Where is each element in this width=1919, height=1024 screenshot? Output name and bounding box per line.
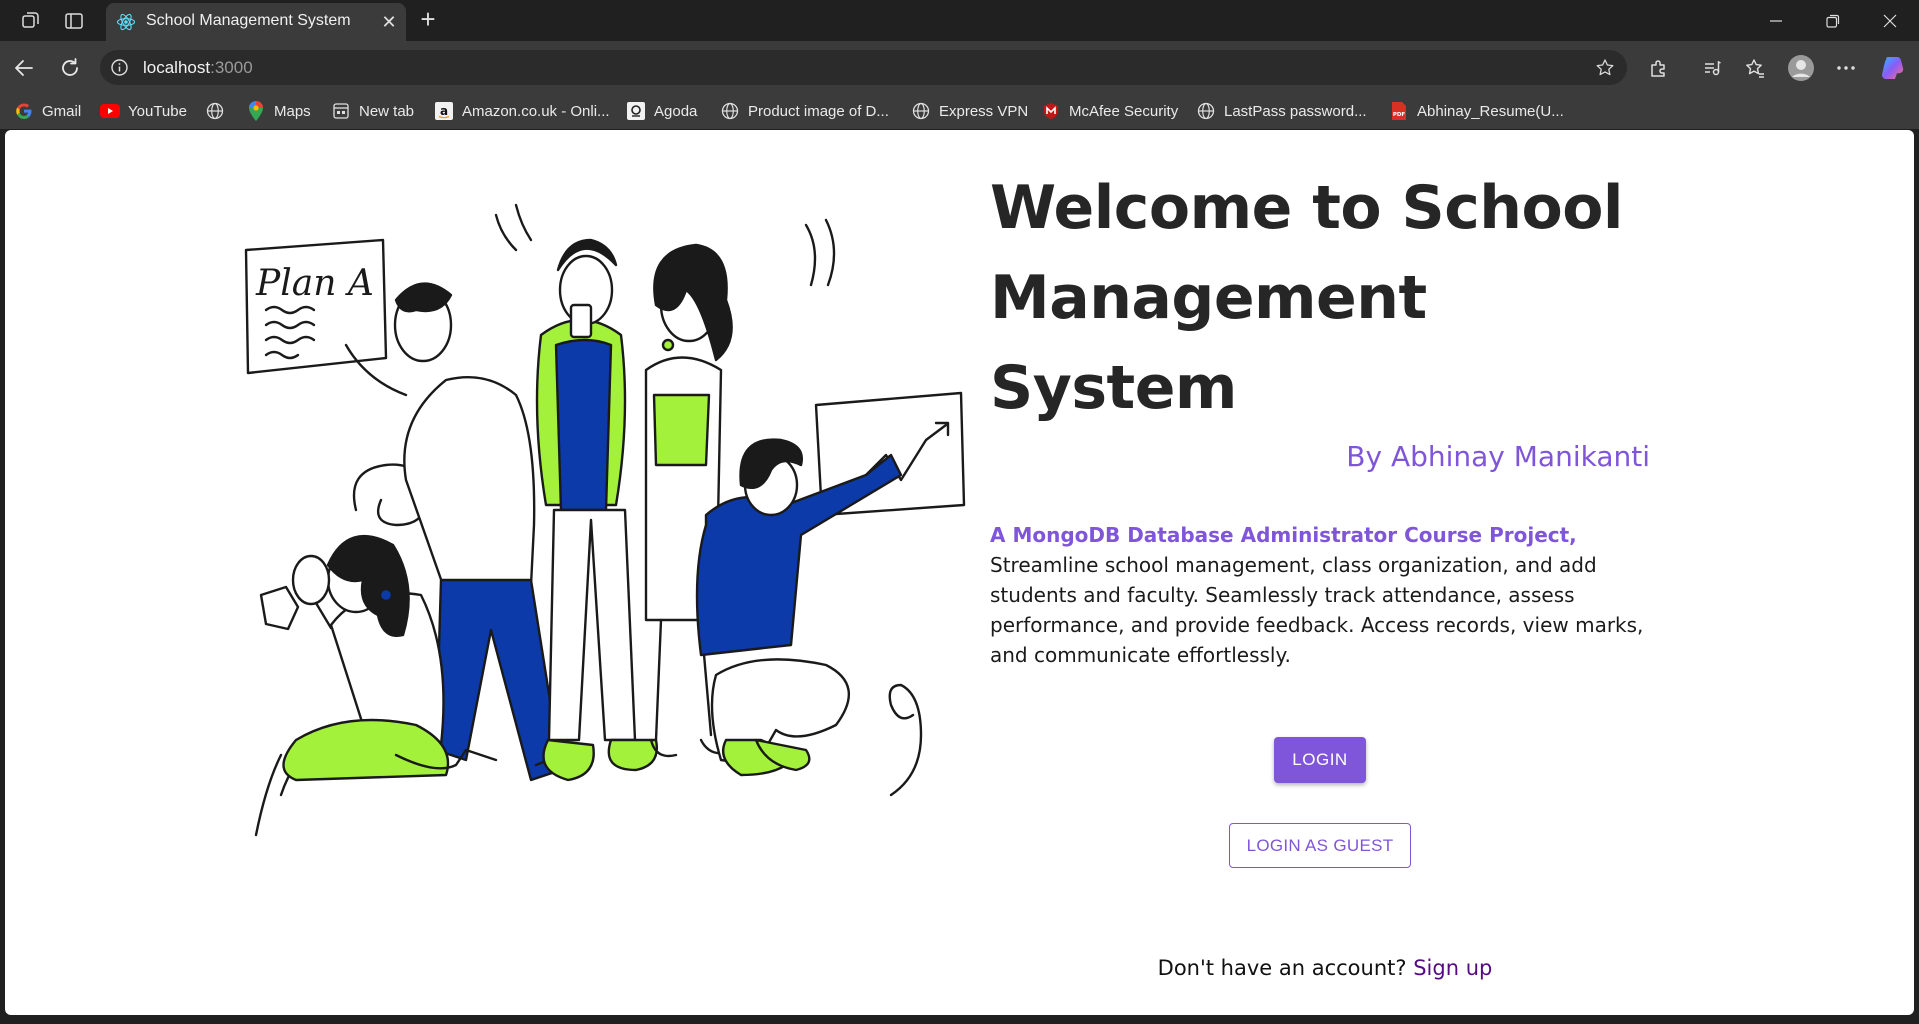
bookmark-lastpass[interactable]: LastPass password... bbox=[1196, 99, 1367, 123]
figure-pointing-boy bbox=[695, 438, 903, 777]
project-description: A MongoDB Database Administrator Course … bbox=[990, 520, 1670, 670]
more-icon[interactable] bbox=[1831, 53, 1861, 83]
bookmark-amazon[interactable]: a Amazon.co.uk - Onli... bbox=[434, 99, 610, 123]
bookmark-label: Product image of D... bbox=[748, 102, 889, 120]
profile-avatar-icon[interactable] bbox=[1786, 53, 1816, 83]
puzzle-icon[interactable] bbox=[1644, 53, 1674, 83]
bookmark-label: Abhinay_Resume(U... bbox=[1417, 102, 1564, 120]
bookmark-label: New tab bbox=[359, 102, 415, 120]
close-tab-icon[interactable]: ✕ bbox=[378, 11, 400, 33]
students-illustration: Plan A bbox=[244, 203, 966, 837]
url-text: localhost:3000 bbox=[143, 58, 253, 78]
bookmark-youtube[interactable]: YouTube bbox=[100, 99, 187, 123]
bookmark-mcafee[interactable]: McAfee Security bbox=[1041, 99, 1178, 123]
bookmark-label: McAfee Security bbox=[1069, 102, 1179, 120]
bookmark-new-tab[interactable]: New tab bbox=[331, 99, 414, 123]
login-as-guest-button[interactable]: LOGIN AS GUEST bbox=[1229, 823, 1411, 868]
bookmark-label: Maps bbox=[274, 102, 311, 120]
login-button[interactable]: LOGIN bbox=[1274, 737, 1366, 783]
bookmark-resume[interactable]: PDF Abhinay_Resume(U... bbox=[1389, 99, 1564, 123]
copilot-icon[interactable] bbox=[1877, 53, 1907, 83]
plan-board-text: Plan A bbox=[255, 263, 374, 304]
author-line: By Abhinay Manikanti bbox=[1346, 440, 1650, 473]
tab-school-management[interactable]: School Management System ✕ bbox=[106, 3, 406, 41]
media-icon[interactable] bbox=[1697, 53, 1727, 83]
google-icon bbox=[14, 101, 34, 121]
url-host: localhost bbox=[143, 58, 211, 77]
browser-title-bar: School Management System ✕ + bbox=[0, 0, 1919, 41]
info-icon[interactable] bbox=[110, 58, 129, 77]
url-port: :3000 bbox=[210, 58, 253, 77]
bookmark-label: Amazon.co.uk - Onli... bbox=[462, 102, 610, 120]
new-tab-button[interactable]: + bbox=[414, 6, 442, 34]
bookmark-globe[interactable] bbox=[205, 99, 225, 123]
bookmark-label: Gmail bbox=[42, 102, 82, 120]
amazon-icon: a bbox=[434, 101, 454, 121]
bookmark-product-image[interactable]: Product image of D... bbox=[720, 99, 889, 123]
globe-icon bbox=[720, 101, 740, 121]
mcafee-icon bbox=[1041, 101, 1061, 121]
bookmark-label: Express VPN bbox=[939, 102, 1029, 120]
page-content: Plan A Welcome to School Management Syst… bbox=[5, 130, 1914, 1015]
page-title: Welcome to School Management System bbox=[990, 173, 1623, 423]
globe-icon bbox=[205, 101, 225, 121]
minimize-icon[interactable] bbox=[1748, 0, 1804, 41]
bookmarks-bar: Gmail YouTube Maps New tab a Amazon.co.u… bbox=[0, 93, 1919, 129]
tab-title: School Management System bbox=[146, 12, 351, 29]
bookmark-express-vpn[interactable]: Express VPN bbox=[911, 99, 1028, 123]
signup-prompt: Don't have an account? Sign up bbox=[1005, 956, 1645, 980]
browser-toolbar: localhost:3000 bbox=[0, 41, 1919, 93]
agoda-icon bbox=[626, 101, 646, 121]
signup-link[interactable]: Sign up bbox=[1413, 956, 1492, 980]
close-window-icon[interactable] bbox=[1862, 0, 1918, 41]
figure-phone-boy bbox=[535, 238, 658, 782]
favorites-icon[interactable] bbox=[1740, 53, 1770, 83]
maps-pin-icon bbox=[246, 101, 266, 121]
bookmark-maps[interactable]: Maps bbox=[246, 99, 311, 123]
globe-icon bbox=[1196, 101, 1216, 121]
restore-icon[interactable] bbox=[1805, 0, 1861, 41]
bookmark-label: Agoda bbox=[654, 102, 698, 120]
svg-text:a: a bbox=[440, 104, 448, 118]
bookmark-agoda[interactable]: Agoda bbox=[626, 99, 697, 123]
svg-text:PDF: PDF bbox=[1393, 112, 1406, 118]
new-tab-icon bbox=[331, 101, 351, 121]
plan-board: Plan A bbox=[244, 238, 388, 375]
workspaces-icon[interactable] bbox=[18, 8, 44, 34]
figure-kneeling-girl bbox=[259, 535, 468, 782]
description-body: Streamline school management, class orga… bbox=[990, 553, 1644, 667]
bookmark-label: LastPass password... bbox=[1224, 102, 1367, 120]
pdf-icon: PDF bbox=[1389, 101, 1409, 121]
reload-icon[interactable] bbox=[55, 53, 85, 83]
tab-actions-icon[interactable] bbox=[61, 8, 87, 34]
globe-icon bbox=[911, 101, 931, 121]
back-arrow-icon[interactable] bbox=[9, 53, 39, 83]
star-icon[interactable] bbox=[1595, 58, 1615, 78]
youtube-icon bbox=[100, 101, 120, 121]
react-icon bbox=[116, 12, 136, 32]
bookmark-gmail[interactable]: Gmail bbox=[14, 99, 81, 123]
signup-prompt-text: Don't have an account? bbox=[1157, 956, 1407, 980]
bookmark-label: YouTube bbox=[128, 102, 187, 120]
address-bar[interactable]: localhost:3000 bbox=[100, 50, 1627, 85]
description-highlight: A MongoDB Database Administrator Course … bbox=[990, 523, 1577, 547]
